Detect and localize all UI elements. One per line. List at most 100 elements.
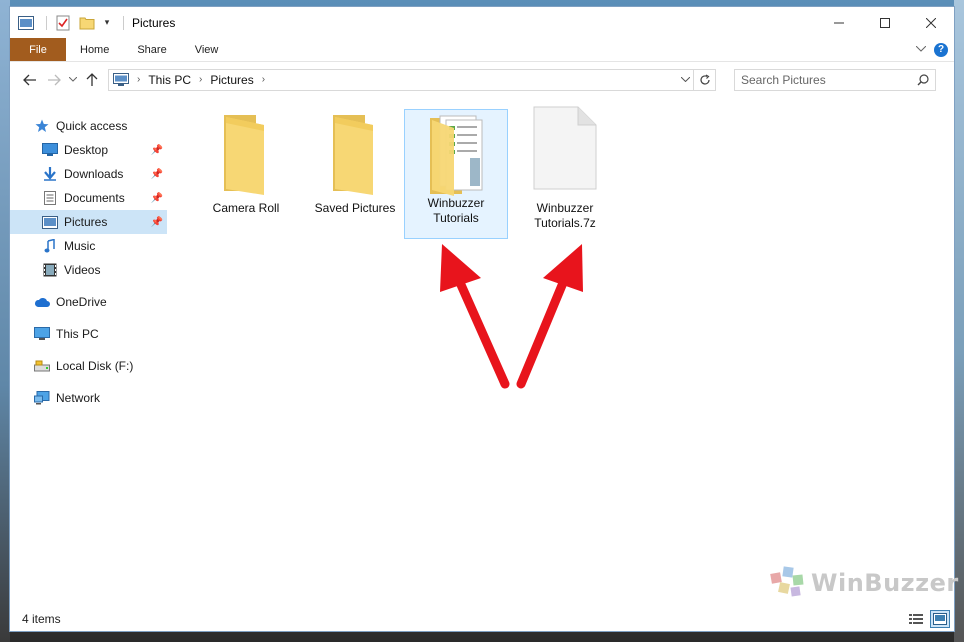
download-icon	[42, 166, 58, 182]
minimize-button[interactable]	[816, 7, 862, 38]
nav-label: This PC	[56, 327, 99, 341]
folder-with-documents-icon	[430, 115, 483, 196]
nav-onedrive[interactable]: OneDrive	[10, 290, 167, 314]
nav-downloads[interactable]: Downloads 📌	[10, 162, 167, 186]
address-dropdown-icon[interactable]	[677, 74, 693, 85]
customize-toolbar-icon[interactable]: ▾	[101, 14, 113, 32]
network-icon	[34, 390, 50, 406]
file-item-camera-roll[interactable]: Camera Roll	[194, 103, 298, 233]
file-explorer-window: ▾ Pictures File Home Share View ? › This…	[9, 6, 955, 632]
breadcrumb-this-pc[interactable]: This PC	[148, 73, 191, 87]
maximize-icon	[880, 17, 890, 28]
close-icon	[926, 17, 936, 28]
nav-label: Quick access	[56, 119, 128, 133]
documents-icon	[42, 190, 58, 206]
breadcrumb-pictures[interactable]: Pictures	[210, 73, 253, 87]
tab-file[interactable]: File	[10, 38, 66, 61]
tab-view[interactable]: View	[181, 38, 233, 61]
back-button[interactable]	[18, 68, 42, 92]
nav-label: Downloads	[64, 167, 124, 181]
file-name: Winbuzzer Tutorials.7z	[534, 201, 596, 230]
nav-label: Local Disk (F:)	[56, 359, 134, 373]
window-controls	[816, 7, 954, 38]
pin-icon[interactable]: 📌	[151, 217, 163, 228]
pictures-icon	[42, 214, 58, 230]
ribbon-right-controls: ?	[915, 38, 954, 61]
search-box[interactable]	[734, 68, 936, 91]
nav-videos[interactable]: Videos	[10, 258, 167, 282]
expand-ribbon-icon[interactable]	[915, 44, 927, 55]
nav-label: Network	[56, 391, 101, 405]
file-item-winbuzzer-tutorials-7z[interactable]: Winbuzzer Tutorials.7z	[513, 106, 617, 239]
back-arrow-icon	[23, 74, 36, 85]
nav-network[interactable]: Network	[10, 386, 167, 410]
computer-icon	[34, 326, 50, 342]
file-item-winbuzzer-tutorials-folder[interactable]: Winbuzzer Tutorials	[404, 109, 508, 239]
pin-icon[interactable]: 📌	[151, 193, 163, 204]
file-name: Winbuzzer Tutorials	[427, 196, 485, 225]
nav-this-pc[interactable]: This PC	[10, 322, 167, 346]
search-icon[interactable]	[917, 73, 929, 86]
details-view-icon	[909, 614, 923, 624]
pin-icon[interactable]: 📌	[151, 169, 163, 180]
search-input[interactable]	[741, 72, 917, 87]
nav-label: Pictures	[64, 215, 108, 229]
pc-location-icon	[113, 73, 129, 86]
nav-documents[interactable]: Documents 📌	[10, 186, 167, 210]
cloud-icon	[34, 294, 50, 310]
tab-share[interactable]: Share	[123, 38, 180, 61]
up-arrow-icon	[86, 72, 98, 86]
window-title: Pictures	[132, 15, 176, 30]
window-menu-icon[interactable]	[16, 14, 36, 32]
new-folder-icon[interactable]	[77, 14, 97, 32]
breadcrumb-separator-3[interactable]: ›	[262, 74, 265, 85]
file-name: Camera Roll	[212, 201, 280, 215]
nav-label: Desktop	[64, 143, 109, 157]
file-list-pane: Camera Roll Saved Pictures Winbuzzer Tut…	[167, 98, 954, 607]
properties-icon[interactable]	[53, 14, 73, 32]
desktop-icon	[42, 142, 58, 158]
nav-label: Documents	[64, 191, 125, 205]
nav-pictures[interactable]: Pictures 📌	[10, 210, 167, 234]
tab-home[interactable]: Home	[66, 38, 123, 61]
forward-button[interactable]	[42, 68, 66, 92]
folder-icon	[333, 115, 373, 195]
status-bar: 4 items	[10, 607, 954, 631]
refresh-icon	[699, 73, 710, 85]
navigation-pane: Quick access Desktop 📌 Downloads 📌 Docum…	[10, 98, 167, 607]
recent-locations-button[interactable]	[66, 68, 80, 92]
nav-music[interactable]: Music	[10, 234, 167, 258]
file-name: Saved Pictures	[314, 201, 396, 215]
folder-icon	[224, 115, 264, 195]
nav-desktop[interactable]: Desktop 📌	[10, 138, 167, 162]
address-bar[interactable]: › This PC › Pictures ›	[108, 68, 694, 91]
winbuzzer-logo-icon	[770, 566, 804, 597]
address-row: › This PC › Pictures ›	[10, 62, 954, 97]
refresh-button[interactable]	[694, 68, 716, 91]
nav-label: OneDrive	[56, 295, 107, 309]
up-button[interactable]	[80, 68, 104, 92]
nav-label: Videos	[64, 263, 101, 277]
watermark-text: WinBuzzer	[811, 569, 959, 597]
breadcrumb-separator-2: ›	[199, 74, 203, 85]
archive-file-icon	[533, 106, 597, 190]
titlebar-divider-2	[123, 15, 124, 30]
desktop-background-right	[954, 0, 964, 642]
nav-label: Music	[64, 239, 96, 253]
large-icons-view-button[interactable]	[930, 610, 950, 628]
ribbon-tabs: File Home Share View ?	[10, 38, 954, 62]
nav-quick-access[interactable]: Quick access	[10, 114, 167, 138]
title-bar: ▾ Pictures	[10, 7, 954, 38]
close-button[interactable]	[908, 7, 954, 38]
pin-icon[interactable]: 📌	[151, 145, 163, 156]
explorer-content: Quick access Desktop 📌 Downloads 📌 Docum…	[10, 98, 954, 607]
winbuzzer-watermark: WinBuzzer	[767, 565, 959, 601]
minimize-icon	[834, 22, 844, 23]
details-view-button[interactable]	[906, 610, 926, 628]
nav-local-disk[interactable]: Local Disk (F:)	[10, 354, 167, 378]
videos-icon	[42, 262, 58, 278]
maximize-button[interactable]	[862, 7, 908, 38]
file-item-saved-pictures[interactable]: Saved Pictures	[303, 103, 407, 233]
view-switcher	[906, 610, 954, 628]
help-button[interactable]: ?	[934, 42, 948, 57]
